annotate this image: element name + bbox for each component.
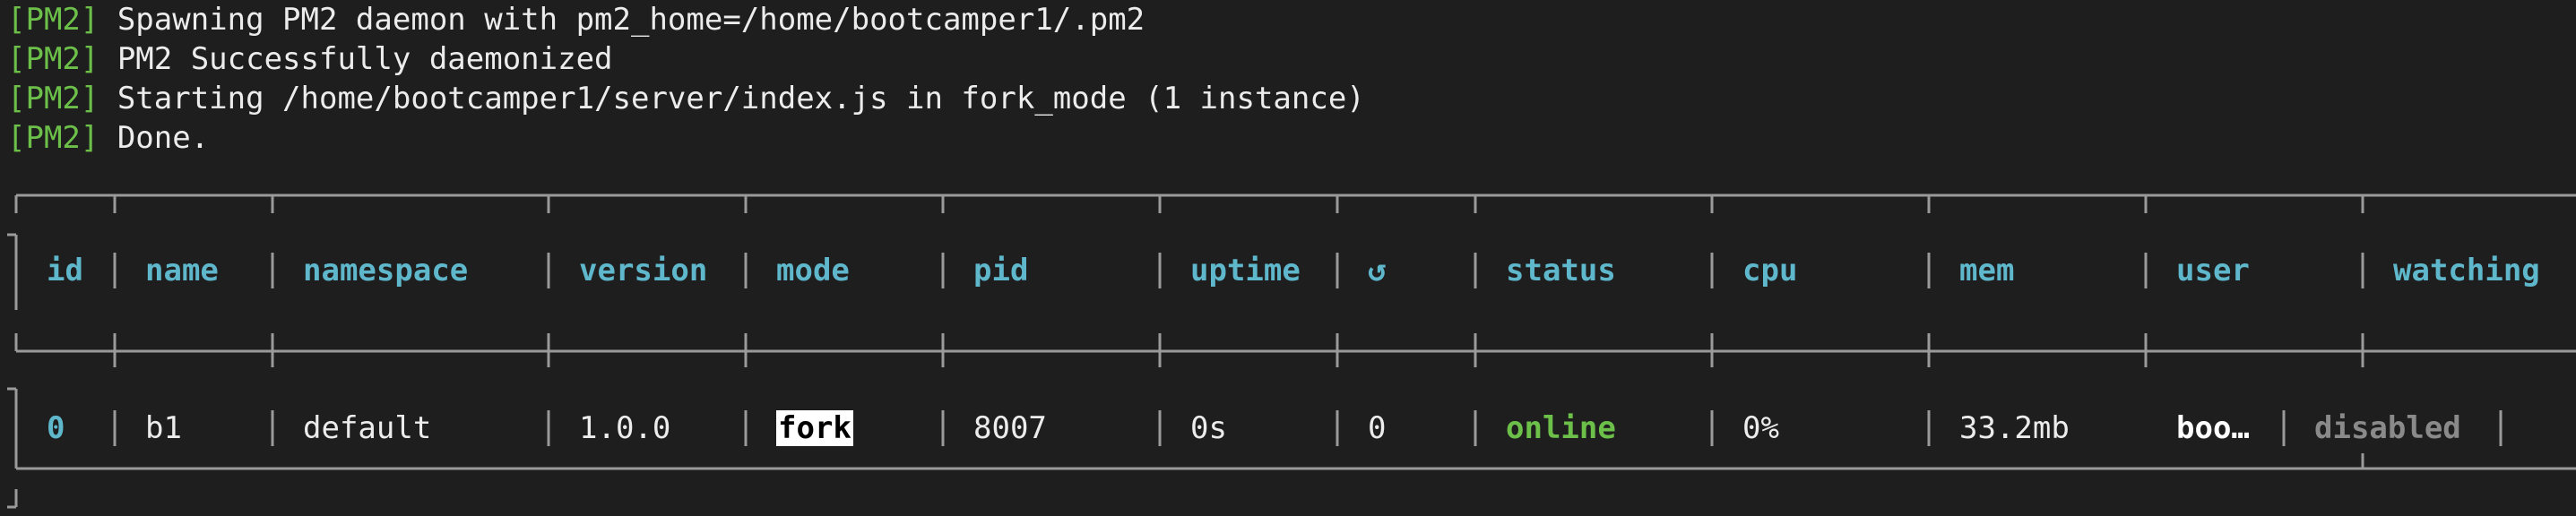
row-watching: disabled [2314,410,2461,446]
row-user: boo… [2176,410,2250,446]
header-id: id [47,253,83,288]
row-uptime: 0s [1190,410,1227,446]
row-mem: 33.2mb [1959,410,2070,446]
header-status: status [1506,253,1616,288]
row-mode: fork [776,408,853,448]
row-id: 0 [47,410,65,446]
header-version: version [579,253,708,288]
row-pid: 8007 [973,410,1047,446]
mode-badge: fork [776,410,853,446]
header-watching: watching [2393,253,2540,288]
header-namespace: namespace [303,253,469,288]
row-status: online [1506,410,1616,446]
header-user: user [2176,253,2250,288]
header-uptime: uptime [1190,253,1301,288]
header-pid: pid [973,253,1029,288]
row-name: b1 [145,410,182,446]
header-restarts: ↺ [1368,253,1387,288]
row-cpu: 0% [1742,410,1779,446]
row-restarts: 0 [1368,410,1387,446]
row-version: 1.0.0 [579,410,671,446]
header-mem: mem [1959,253,2015,288]
header-name: name [145,253,219,288]
row-namespace: default [303,410,432,446]
header-mode: mode [776,253,850,288]
header-cpu: cpu [1742,253,1798,288]
